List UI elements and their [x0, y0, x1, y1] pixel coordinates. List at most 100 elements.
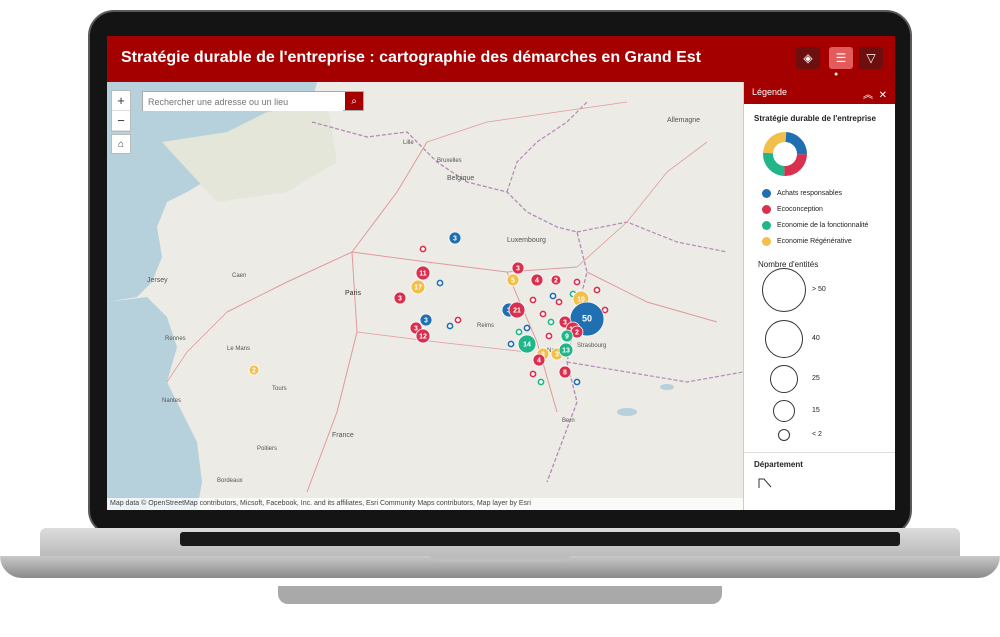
single-entity-marker[interactable] [593, 286, 601, 294]
zoom-control: + − [111, 90, 131, 132]
legend-donut [762, 131, 895, 182]
search-box: ⌕ [142, 91, 364, 111]
active-indicator-icon: ● [834, 71, 839, 78]
label-reims: Reims [477, 323, 494, 329]
cluster-marker[interactable]: 17 [410, 279, 426, 295]
legend-item: Ecoconception [762, 204, 895, 214]
single-entity-marker[interactable] [515, 328, 523, 336]
app-header: Stratégie durable de l'entreprise : cart… [107, 36, 895, 82]
single-entity-marker[interactable] [601, 306, 609, 314]
single-entity-marker[interactable] [446, 322, 454, 330]
single-entity-marker[interactable] [545, 332, 553, 340]
legend-divider [744, 452, 895, 453]
label-rennes: Rennes [165, 336, 186, 342]
cluster-marker[interactable]: 3 [393, 291, 407, 305]
search-input[interactable] [143, 93, 343, 111]
cluster-marker[interactable]: 3 [511, 261, 525, 275]
zoom-out-button[interactable]: − [112, 111, 130, 131]
trackpad-edge [278, 586, 722, 604]
close-icon[interactable]: ✕ [879, 90, 887, 101]
legend-item: Economie de la fonctionnalité [762, 220, 895, 230]
basemap: Belgique Luxembourg Allemagne France Jer… [107, 82, 743, 510]
laptop-notch [430, 554, 570, 562]
size-circle [778, 429, 790, 441]
cluster-count: 3 [516, 266, 520, 273]
cluster-count: 13 [562, 348, 570, 355]
label-bruxelles: Bruxelles [437, 158, 462, 164]
search-icon: ⌕ [351, 95, 357, 107]
cluster-marker[interactable]: 14 [517, 334, 537, 354]
app-screen: Stratégie durable de l'entreprise : cart… [107, 36, 895, 510]
cluster-marker[interactable]: 2 [248, 364, 260, 376]
cluster-marker[interactable]: 12 [415, 328, 431, 344]
legend-panel: Légende ︽ ✕ Stratégie durable de l'entre… [743, 82, 895, 510]
size-label: > 50 [812, 286, 826, 293]
single-entity-marker[interactable] [573, 378, 581, 386]
filter-button[interactable]: ▽ [859, 47, 883, 69]
cluster-marker[interactable]: 3 [419, 313, 433, 327]
size-label: 15 [812, 407, 820, 414]
single-entity-marker[interactable] [539, 310, 547, 318]
single-entity-marker[interactable] [419, 245, 427, 253]
swatch-icon [762, 204, 771, 214]
map-view[interactable]: Belgique Luxembourg Allemagne France Jer… [107, 82, 743, 510]
label-luxembourg: Luxembourg [507, 237, 546, 244]
single-entity-marker[interactable] [573, 278, 581, 286]
cluster-marker[interactable]: 8 [558, 365, 572, 379]
layers-button[interactable]: ◈ [796, 47, 820, 69]
cluster-marker[interactable]: 9 [560, 329, 574, 343]
legend-item: Achats responsables [762, 188, 895, 198]
cluster-count: 14 [523, 342, 531, 349]
home-icon: ⌂ [117, 138, 125, 150]
size-circle [765, 320, 803, 358]
single-entity-marker[interactable] [549, 292, 557, 300]
label-paris: Paris [345, 290, 361, 297]
cluster-count: 50 [582, 314, 592, 324]
single-entity-marker[interactable] [507, 340, 515, 348]
cluster-count: 4 [535, 278, 539, 285]
cluster-marker[interactable]: 13 [558, 342, 574, 358]
cluster-marker[interactable]: 21 [508, 301, 526, 319]
label-tours: Tours [272, 386, 287, 392]
cluster-count: 3 [424, 318, 428, 325]
cluster-count: 2 [575, 330, 579, 337]
single-entity-marker[interactable] [537, 378, 545, 386]
label-strasbourg: Strasbourg [577, 343, 606, 349]
cluster-layer[interactable]: 31117333123542321105031529143431382 [248, 231, 609, 386]
single-entity-marker[interactable] [523, 324, 531, 332]
label-france: France [332, 432, 354, 439]
cluster-marker[interactable]: 5 [506, 273, 520, 287]
cluster-marker[interactable]: 4 [532, 353, 546, 367]
zoom-in-button[interactable]: + [112, 91, 130, 111]
label-poitiers: Poitiers [257, 446, 277, 452]
single-entity-marker[interactable] [529, 370, 537, 378]
label-nantes: Nantes [162, 398, 181, 404]
legend-category-list: Achats responsables Ecoconception Econom… [744, 188, 895, 246]
size-label: 40 [812, 335, 820, 342]
cluster-marker[interactable]: 3 [448, 231, 462, 245]
department-boundary-icon [758, 476, 772, 494]
cluster-marker[interactable]: 4 [530, 273, 544, 287]
collapse-icon[interactable]: ︽ [863, 90, 873, 101]
search-button[interactable]: ⌕ [345, 92, 363, 110]
cluster-count: 21 [513, 308, 521, 315]
label-bern: Bern [562, 418, 575, 424]
size-label: 25 [812, 375, 820, 382]
single-entity-marker[interactable] [436, 279, 444, 287]
cluster-marker[interactable]: 11 [415, 265, 431, 281]
single-entity-marker[interactable] [454, 316, 462, 324]
home-button[interactable]: ⌂ [111, 134, 131, 154]
size-circle [773, 400, 795, 422]
single-entity-marker[interactable] [529, 296, 537, 304]
cluster-count: 4 [537, 358, 541, 365]
cluster-count: 2 [252, 368, 256, 375]
cluster-marker[interactable]: 2 [550, 274, 562, 286]
label-jersey: Jersey [147, 277, 168, 284]
legend-header: Légende ︽ ✕ [744, 82, 895, 104]
cluster-count: 3 [453, 236, 457, 243]
cluster-count: 12 [419, 334, 427, 341]
cluster-count: 3 [555, 352, 559, 359]
single-entity-marker[interactable] [547, 318, 555, 326]
legend-button[interactable]: ☰ [829, 47, 853, 69]
single-entity-marker[interactable] [555, 298, 563, 306]
